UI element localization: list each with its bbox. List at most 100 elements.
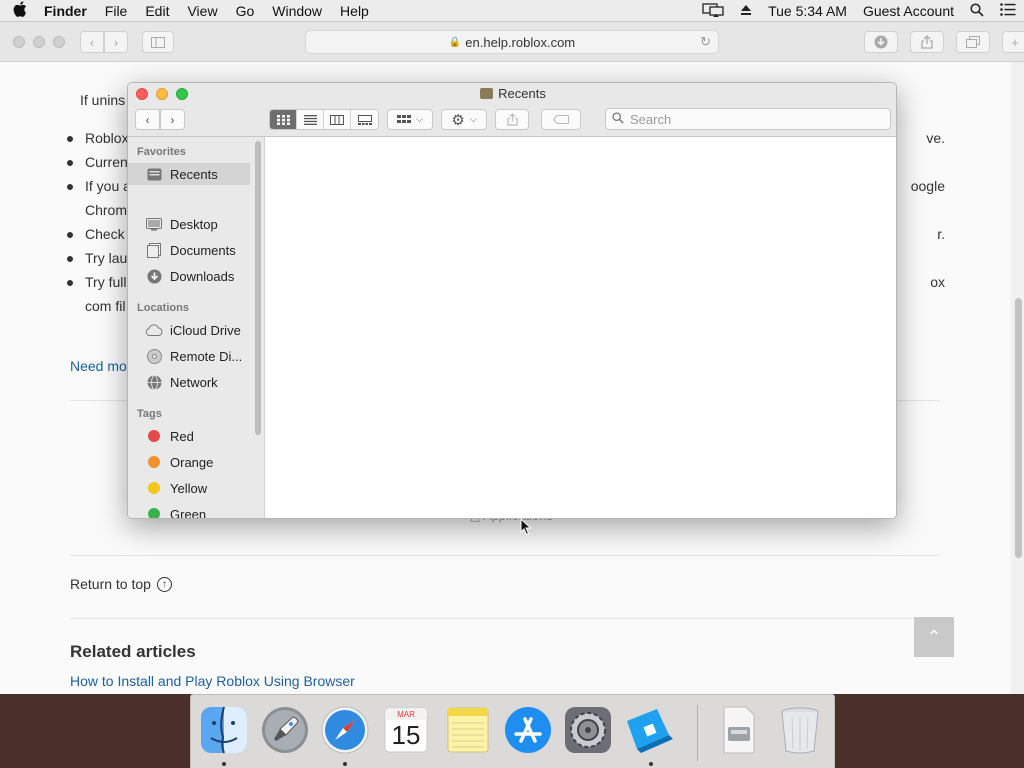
menu-go[interactable]: Go — [227, 3, 264, 19]
sidebar-item-label: Desktop — [170, 216, 218, 232]
scroll-to-top-button[interactable]: ⌃ — [914, 617, 954, 657]
list-item-text-end: ve. — [926, 130, 945, 146]
sidebar-scrollbar[interactable] — [255, 141, 261, 435]
return-to-top-text: Return to top — [70, 576, 151, 592]
sidebar-tag-red[interactable]: Red — [128, 425, 250, 447]
dock-finder-app[interactable] — [197, 703, 251, 757]
menu-user[interactable]: Guest Account — [863, 3, 954, 19]
downloads-icon — [145, 269, 163, 283]
finder-forward-button[interactable]: › — [160, 109, 185, 130]
menu-clock[interactable]: Tue 5:34 AM — [768, 3, 847, 19]
dock-calendar-app[interactable]: MAR 15 — [379, 703, 433, 757]
chevron-down-icon: ⌵ — [469, 114, 477, 124]
dock-disk-image-file[interactable] — [711, 703, 765, 757]
dock-roblox-studio-app[interactable] — [623, 703, 677, 757]
need-more-help-link[interactable]: Need mo — [70, 358, 127, 374]
sidebar-item-label: iCloud Drive — [170, 322, 241, 338]
safari-minimize-button[interactable] — [33, 36, 45, 48]
roblox-studio-icon — [627, 709, 673, 753]
finder-back-button[interactable]: ‹ — [135, 109, 160, 130]
menu-window[interactable]: Window — [263, 3, 331, 19]
back-button[interactable]: ‹ — [80, 31, 104, 53]
menu-edit[interactable]: Edit — [136, 3, 178, 19]
reload-icon[interactable]: ↻ — [700, 34, 711, 50]
recents-folder-icon — [480, 88, 494, 99]
page-scrollbar[interactable] — [1012, 62, 1024, 694]
finder-icon — [201, 706, 247, 754]
cloud-icon — [145, 323, 163, 337]
sidebar-item-recents[interactable]: Recents — [128, 163, 250, 185]
finder-share-button[interactable] — [495, 109, 529, 130]
sidebar-tag-orange[interactable]: Orange — [128, 451, 250, 473]
forward-button[interactable]: › — [104, 31, 128, 53]
eject-icon[interactable] — [740, 3, 752, 19]
sidebar-tag-green[interactable]: Green — [128, 503, 250, 518]
group-by-button[interactable]: ⌵ — [387, 109, 433, 130]
running-indicator — [649, 762, 653, 766]
dock-system-preferences-app[interactable] — [561, 703, 615, 757]
download-icon — [874, 35, 888, 49]
sidebar-item-desktop[interactable]: Desktop — [128, 213, 250, 235]
sidebar-item-label: Red — [170, 428, 194, 444]
sidebar-tag-yellow[interactable]: Yellow — [128, 477, 250, 499]
spotlight-search-icon[interactable] — [970, 2, 984, 20]
list-item-text: Curren — [85, 154, 128, 170]
share-button[interactable] — [910, 31, 944, 53]
column-view-button[interactable] — [324, 110, 351, 129]
list-view-button[interactable] — [297, 110, 324, 129]
chevron-right-icon: › — [170, 112, 175, 127]
action-menu-button[interactable]: ⚙ ⌵ — [441, 109, 487, 130]
sidebar-item-icloud-drive[interactable]: iCloud Drive — [128, 319, 250, 341]
sidebar-item-remote-disc[interactable]: Remote Di... — [128, 345, 250, 367]
sidebar-item-network[interactable]: Network — [128, 371, 250, 393]
finder-search-field[interactable]: Search — [605, 108, 891, 130]
finder-sidebar: Favorites Recents Desktop Documents Down… — [128, 137, 265, 518]
safari-close-button[interactable] — [13, 36, 25, 48]
launchpad-rocket-icon — [262, 707, 308, 753]
running-indicator — [222, 762, 226, 766]
icon-view-button[interactable] — [270, 110, 297, 129]
finder-content-area[interactable] — [265, 137, 896, 518]
sidebar-icon — [151, 36, 165, 48]
downloads-button[interactable] — [864, 31, 898, 53]
menu-file[interactable]: File — [96, 3, 137, 19]
menu-finder[interactable]: Finder — [40, 3, 96, 19]
arrow-up-circle-icon: ↑ — [156, 576, 172, 592]
new-tab-button[interactable]: + — [1002, 31, 1024, 53]
notification-center-icon[interactable] — [1000, 3, 1016, 19]
dock-launchpad-app[interactable] — [258, 703, 312, 757]
list-item-text: Try lau — [85, 250, 128, 266]
tabs-overview-button[interactable] — [956, 31, 990, 53]
dock-app-store-app[interactable] — [501, 703, 555, 757]
address-bar[interactable]: 🔒 en.help.roblox.com ↻ — [305, 30, 719, 54]
trash-icon — [781, 707, 819, 754]
chevron-up-icon: ⌃ — [926, 626, 942, 647]
gallery-view-button[interactable] — [351, 110, 378, 129]
dock-notes-app[interactable] — [441, 703, 495, 757]
apple-menu-icon[interactable] — [0, 0, 40, 21]
menu-bar: Finder File Edit View Go Window Help Tue… — [0, 0, 1024, 22]
dock-safari-app[interactable] — [318, 703, 372, 757]
scrollbar-thumb[interactable] — [1015, 298, 1022, 558]
edit-tags-button[interactable] — [541, 109, 581, 130]
list-item-text: Roblox — [85, 130, 129, 146]
menu-view[interactable]: View — [178, 3, 226, 19]
sidebar-toggle-button[interactable] — [142, 31, 174, 53]
sidebar-item-label: Downloads — [170, 268, 235, 284]
airplay-display-icon[interactable] — [702, 2, 724, 20]
dock-trash[interactable] — [773, 703, 827, 757]
list-item-text: If you a — [85, 178, 131, 194]
return-to-top-link[interactable]: Return to top ↑ — [70, 576, 172, 592]
sidebar-item-label: Recents — [170, 166, 218, 182]
divider — [70, 555, 940, 556]
finder-titlebar[interactable]: Recents ‹ › ⌵ ⚙ ⌵ Search — [128, 83, 896, 137]
related-article-link[interactable]: How to Install and Play Roblox Using Bro… — [70, 673, 355, 689]
sidebar-item-downloads[interactable]: Downloads — [128, 265, 250, 287]
documents-icon — [145, 242, 163, 258]
safari-zoom-button[interactable] — [53, 36, 65, 48]
orange-tag-dot-icon — [148, 456, 160, 468]
menu-help[interactable]: Help — [331, 3, 378, 19]
sidebar-item-documents[interactable]: Documents — [128, 239, 250, 261]
sidebar-item-label: Remote Di... — [170, 348, 243, 364]
tags-header: Tags — [137, 408, 162, 420]
